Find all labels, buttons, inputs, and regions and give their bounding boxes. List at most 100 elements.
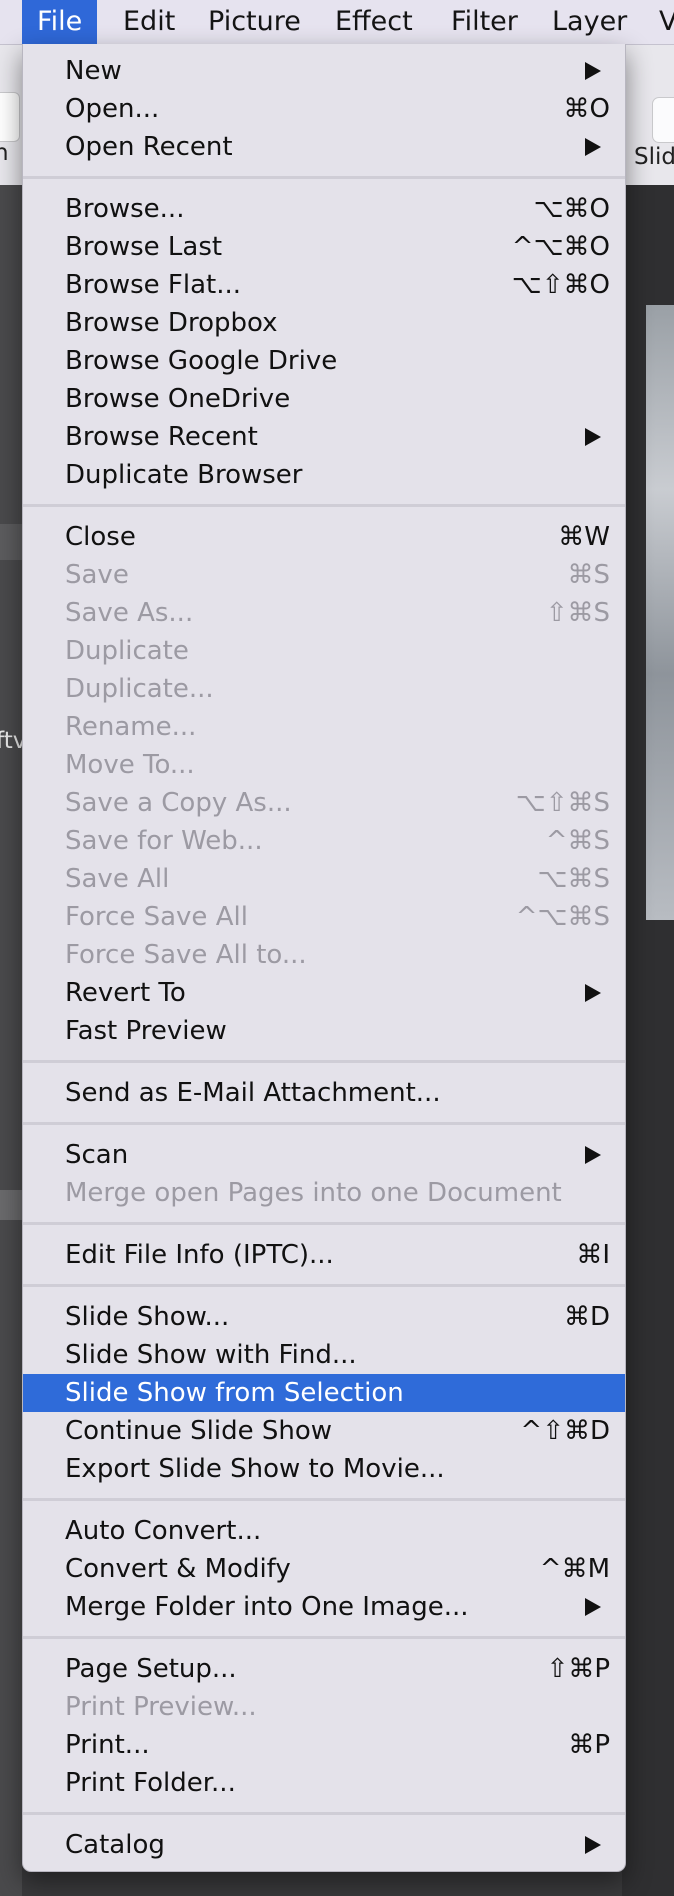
menu-item-duplicate-browser[interactable]: Duplicate Browser: [23, 456, 625, 494]
menu-item-label: Merge Folder into One Image...: [65, 1592, 469, 1622]
background-image-preview: [646, 305, 674, 920]
menu-item-browse-flat[interactable]: Browse Flat... ⌥⇧⌘O: [23, 266, 625, 304]
menu-item-shortcut: ⇧⌘S: [545, 598, 610, 628]
menubar-edit[interactable]: Edit: [108, 0, 190, 44]
menu-item-save: Save ⌘S: [23, 556, 625, 594]
menu-item-browse-last[interactable]: Browse Last ^⌥⌘O: [23, 228, 625, 266]
menu-item-label: Catalog: [65, 1830, 165, 1860]
menu-item-duplicate-dialog: Duplicate...: [23, 670, 625, 708]
menu-item-label: Save All: [65, 864, 170, 894]
menubar-effect[interactable]: Effect: [320, 0, 428, 44]
menu-item-open[interactable]: Open... ⌘O: [23, 90, 625, 128]
menu-item-label: Edit File Info (IPTC)...: [65, 1240, 334, 1270]
menu-item-label: Browse Google Drive: [65, 346, 338, 376]
menu-item-label: Continue Slide Show: [65, 1416, 333, 1446]
menu-separator: [23, 1222, 625, 1225]
menu-item-continue-slide-show[interactable]: Continue Slide Show ^⇧⌘D: [23, 1412, 625, 1450]
menubar-filter[interactable]: Filter: [436, 0, 533, 44]
slide-toolbar-label: Slid: [634, 144, 674, 170]
menu-item-shortcut: ^⇧⌘D: [520, 1416, 610, 1446]
menu-item-label: Export Slide Show to Movie...: [65, 1454, 445, 1484]
menu-item-slide-show-with-find[interactable]: Slide Show with Find...: [23, 1336, 625, 1374]
menu-item-label: Browse...: [65, 194, 185, 224]
menu-item-label: Duplicate...: [65, 674, 214, 704]
menu-item-print[interactable]: Print... ⌘P: [23, 1726, 625, 1764]
menu-item-label: Save: [65, 560, 129, 590]
menu-item-shortcut: ⌘D: [563, 1302, 610, 1332]
menu-item-scan[interactable]: Scan: [23, 1136, 625, 1174]
menubar-picture[interactable]: Picture: [193, 0, 316, 44]
menu-item-move-to: Move To...: [23, 746, 625, 784]
menu-item-browse[interactable]: Browse... ⌥⌘O: [23, 190, 625, 228]
menu-item-shortcut: ⌘I: [576, 1240, 610, 1270]
menu-item-shortcut: ⌥⌘O: [533, 194, 610, 224]
menu-separator: [23, 1060, 625, 1063]
submenu-arrow-icon: [585, 984, 601, 1002]
menu-item-revert-to[interactable]: Revert To: [23, 974, 625, 1012]
menu-item-label: Rename...: [65, 712, 197, 742]
menu-item-shortcut: ⌘W: [558, 522, 610, 552]
menu-item-label: Close: [65, 522, 136, 552]
menu-item-browse-recent[interactable]: Browse Recent: [23, 418, 625, 456]
menubar: File Edit Picture Effect Filter Layer V: [0, 0, 674, 45]
submenu-arrow-icon: [585, 62, 601, 80]
menu-item-label: Force Save All: [65, 902, 248, 932]
menu-item-label: Move To...: [65, 750, 195, 780]
menu-separator: [23, 1498, 625, 1501]
menu-item-close[interactable]: Close ⌘W: [23, 518, 625, 556]
menubar-file[interactable]: File: [22, 0, 98, 44]
menu-item-label: Save a Copy As...: [65, 788, 292, 818]
menu-item-browse-onedrive[interactable]: Browse OneDrive: [23, 380, 625, 418]
menu-item-shortcut: ⌥⌘S: [537, 864, 610, 894]
menu-item-label: Slide Show...: [65, 1302, 230, 1332]
submenu-arrow-icon: [585, 1836, 601, 1854]
menu-item-fast-preview[interactable]: Fast Preview: [23, 1012, 625, 1050]
menu-separator: [23, 1636, 625, 1639]
menu-item-label: Merge open Pages into one Document: [65, 1178, 562, 1208]
menu-item-label: Print...: [65, 1730, 150, 1760]
menu-item-merge-folder[interactable]: Merge Folder into One Image...: [23, 1588, 625, 1626]
menu-item-slide-show-from-selection[interactable]: Slide Show from Selection: [23, 1374, 625, 1412]
menu-item-convert-modify[interactable]: Convert & Modify ^⌘M: [23, 1550, 625, 1588]
slide-toolbar-button: [652, 97, 674, 143]
menu-item-open-recent[interactable]: Open Recent: [23, 128, 625, 166]
menu-item-shortcut: ⌘O: [563, 94, 610, 124]
menu-item-catalog[interactable]: Catalog: [23, 1826, 625, 1864]
menu-separator: [23, 176, 625, 179]
menu-item-save-a-copy-as: Save a Copy As... ⌥⇧⌘S: [23, 784, 625, 822]
submenu-arrow-icon: [585, 1146, 601, 1164]
menu-item-slide-show[interactable]: Slide Show... ⌘D: [23, 1298, 625, 1336]
background-toolbar-button: [0, 92, 20, 142]
menu-item-shortcut: ^⌘M: [539, 1554, 610, 1584]
menu-item-label: Open...: [65, 94, 160, 124]
menu-item-send-email[interactable]: Send as E-Mail Attachment...: [23, 1074, 625, 1112]
menu-item-label: Fast Preview: [65, 1016, 227, 1046]
menu-item-label: Open Recent: [65, 132, 233, 162]
menu-item-label: Auto Convert...: [65, 1516, 262, 1546]
menu-item-page-setup[interactable]: Page Setup... ⇧⌘P: [23, 1650, 625, 1688]
menu-item-label: Browse OneDrive: [65, 384, 291, 414]
menu-item-label: Duplicate: [65, 636, 189, 666]
menu-item-browse-google-drive[interactable]: Browse Google Drive: [23, 342, 625, 380]
menu-item-force-save-all-to: Force Save All to...: [23, 936, 625, 974]
menubar-layer[interactable]: Layer: [537, 0, 642, 44]
menu-item-shortcut: ⌘S: [567, 560, 610, 590]
menu-item-label: Revert To: [65, 978, 186, 1008]
menu-item-print-folder[interactable]: Print Folder...: [23, 1764, 625, 1802]
menu-item-print-preview: Print Preview...: [23, 1688, 625, 1726]
menu-item-label: Slide Show with Find...: [65, 1340, 357, 1370]
menu-item-save-for-web: Save for Web... ^⌘S: [23, 822, 625, 860]
menu-item-edit-file-info[interactable]: Edit File Info (IPTC)... ⌘I: [23, 1236, 625, 1274]
menu-item-label: Browse Dropbox: [65, 308, 278, 338]
file-menu: New Open... ⌘O Open Recent Browse... ⌥⌘O…: [22, 44, 626, 1872]
background-divider: [0, 1190, 22, 1220]
menu-item-merge-open-pages: Merge open Pages into one Document: [23, 1174, 625, 1212]
menu-item-export-slide-show[interactable]: Export Slide Show to Movie...: [23, 1450, 625, 1488]
menu-item-label: New: [65, 56, 122, 86]
menu-item-shortcut: ⌥⇧⌘S: [515, 788, 610, 818]
menu-item-browse-dropbox[interactable]: Browse Dropbox: [23, 304, 625, 342]
submenu-arrow-icon: [585, 138, 601, 156]
menu-item-auto-convert[interactable]: Auto Convert...: [23, 1512, 625, 1550]
menu-item-new[interactable]: New: [23, 52, 625, 90]
menubar-view[interactable]: V: [644, 0, 674, 44]
